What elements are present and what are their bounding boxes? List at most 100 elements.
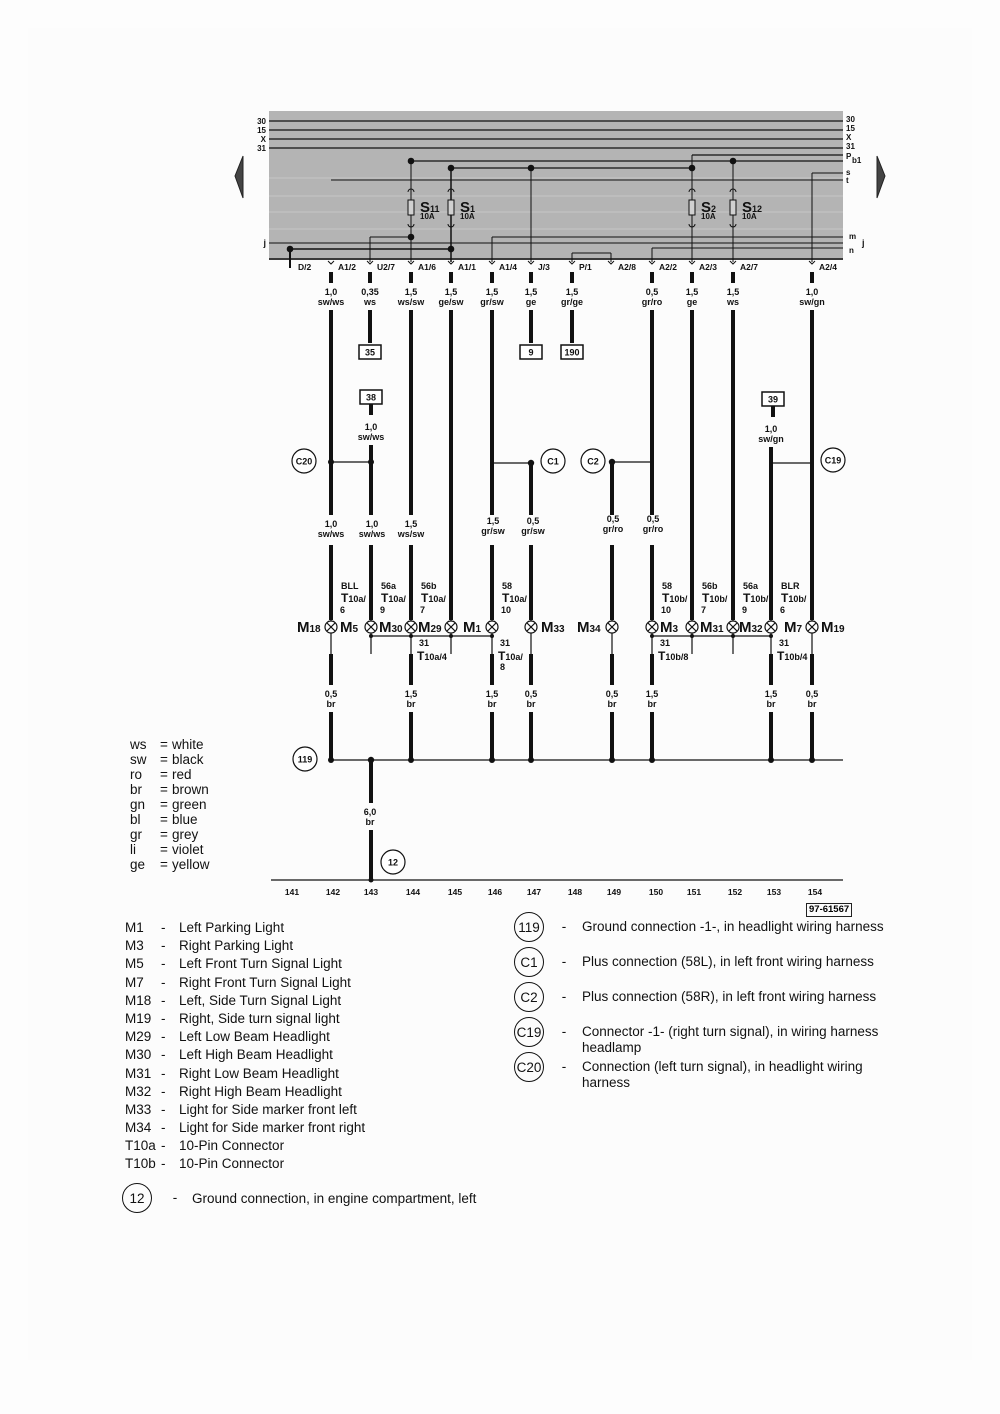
equals: =	[160, 812, 168, 827]
color-abbr: ro	[130, 767, 143, 782]
track-number-149: 149	[607, 887, 621, 897]
component-code: M34	[125, 1120, 152, 1136]
junction-dot	[688, 164, 696, 172]
component-code: M3	[125, 938, 144, 954]
separator: -	[161, 992, 166, 1008]
pin-number: 6	[340, 605, 345, 615]
wire-spec-J-3-size: 1,5	[525, 287, 538, 297]
track-number-147: 147	[527, 887, 541, 897]
connection-legend-item: C2 - Plus connection (58R), in left front …	[514, 982, 892, 1017]
component-code: M5	[125, 956, 144, 972]
color-legend-item: br = brown	[130, 782, 210, 797]
component-legend: M1- Left Parking Light M3- Right Parking Li…	[125, 919, 365, 1174]
bus-label-b1: b1	[852, 156, 862, 165]
pin-connector: T10a/	[381, 591, 406, 605]
fuse-panel	[269, 111, 843, 260]
junction-dot	[369, 634, 373, 638]
color-legend-item: ge = yellow	[130, 857, 210, 872]
wire-spec-A2-7-size: 1,5	[727, 287, 740, 297]
connection-symbol: C19	[514, 1017, 544, 1047]
separator: -	[161, 1120, 166, 1136]
ref-box-9-label: 9	[528, 348, 533, 358]
track-number-146: 146	[488, 887, 502, 897]
separator: -	[172, 1190, 178, 1205]
terminal-U2-7: U2/7	[377, 262, 395, 272]
wire-spec-39-color: sw/gn	[758, 434, 784, 444]
bus-label-j-left: j	[262, 238, 266, 248]
wire-spec-A1-4-color: gr/sw	[480, 297, 505, 307]
separator: -	[561, 1059, 567, 1074]
terminal-arrow	[327, 260, 335, 265]
color-abbr: br	[130, 782, 143, 797]
bus-label-j-right: j	[861, 238, 865, 248]
pin-connector: T10b/	[781, 591, 807, 605]
pin-term-BLR: BLR	[781, 581, 800, 591]
bus-label-m: m	[849, 232, 856, 241]
track-number-148: 148	[568, 887, 582, 897]
lamp-label-M5: M5	[340, 619, 359, 636]
component-legend-item: M30- Left High Beam Headlight	[125, 1046, 365, 1064]
diagram-reference: 97-61567	[806, 903, 853, 917]
equals: =	[160, 752, 168, 767]
color-name: grey	[172, 827, 199, 842]
pin-term-58: 58	[662, 581, 672, 591]
connection-desc: Ground connection -1-, in headlight wiri…	[582, 919, 884, 934]
component-legend-item: M7 - Right Front Turn Signal Light	[125, 974, 365, 992]
ground-wire-spec-size: 0,5	[325, 689, 338, 699]
ground-12-symbol: 12	[122, 1183, 152, 1213]
connection-desc: Connector -1- (right turn signal), in wi…	[582, 1024, 879, 1055]
junction-dot	[490, 634, 494, 638]
component-desc: Left High Beam Headlight	[179, 1047, 333, 1063]
fuse-rating-S12: 10A	[742, 212, 757, 221]
pin-term-56b: 56b	[421, 581, 437, 591]
wire-spec-mid-color: gr/ro	[603, 524, 624, 534]
terminal-A2-2: A2/2	[659, 262, 677, 272]
track-number-145: 145	[448, 887, 462, 897]
wire-spec-P-1-color: gr/ge	[561, 297, 583, 307]
track-number-150: 150	[649, 887, 663, 897]
component-code: M19	[125, 1010, 152, 1026]
pin-connector: T10a/	[502, 591, 527, 605]
ground-pin-term: 31	[779, 638, 789, 648]
page-prev-arrow-icon	[234, 155, 244, 199]
junction-dot	[286, 245, 294, 253]
lamp-label-M18: M18	[297, 619, 321, 636]
junction-dot	[729, 157, 737, 165]
terminal-A2-7: A2/7	[740, 262, 758, 272]
junction-dot	[409, 634, 413, 638]
bus-label-t: t	[846, 176, 849, 185]
terminal-A2-8: A2/8	[618, 262, 636, 272]
color-name: violet	[172, 842, 204, 857]
terminal-P-1: P/1	[579, 262, 592, 272]
ref-box-38-label: 38	[366, 393, 376, 403]
fuse-S1	[447, 199, 455, 216]
component-desc: Light for Side marker front right	[179, 1120, 366, 1136]
component-desc: Right High Beam Headlight	[179, 1083, 342, 1099]
component-legend-item: M1 - Left Parking Light	[125, 919, 365, 937]
wire-spec-mid-size: 1,0	[366, 519, 379, 529]
component-code: T10a	[125, 1138, 156, 1154]
connection-desc: Plus connection (58R), in left front wir…	[582, 989, 877, 1004]
separator: -	[161, 1047, 166, 1063]
ground-wire-spec-size: 0,5	[606, 689, 619, 699]
track-number-143: 143	[364, 887, 378, 897]
connection-desc: Plus connection (58L), in left front wir…	[582, 954, 874, 969]
ground-wire-spec-color: br	[608, 699, 617, 709]
fuse-rating-S11: 10A	[420, 212, 435, 221]
separator: -	[161, 1156, 166, 1172]
wire-spec-P-1-size: 1,5	[566, 287, 579, 297]
wire-spec-A2-3-size: 1,5	[686, 287, 699, 297]
ground-wire-spec-size: 0,5	[525, 689, 538, 699]
ground-pin-connector: T10b/8	[658, 649, 688, 663]
color-legend-item: ws = white	[130, 737, 210, 752]
lamp-label-M32: M32	[739, 619, 763, 636]
wire-spec-A1-2-color: sw/ws	[318, 297, 345, 307]
color-legend-item: li = violet	[130, 842, 210, 857]
junction-dot	[690, 634, 694, 638]
pin-term-56b: 56b	[702, 581, 718, 591]
junction-dot	[407, 233, 415, 241]
pin-number: 7	[701, 605, 706, 615]
component-legend-item: T10a -10-Pin Connector	[125, 1137, 365, 1155]
bus-label-right-30: 30	[846, 115, 855, 124]
pin-connector: T10b/	[743, 591, 769, 605]
